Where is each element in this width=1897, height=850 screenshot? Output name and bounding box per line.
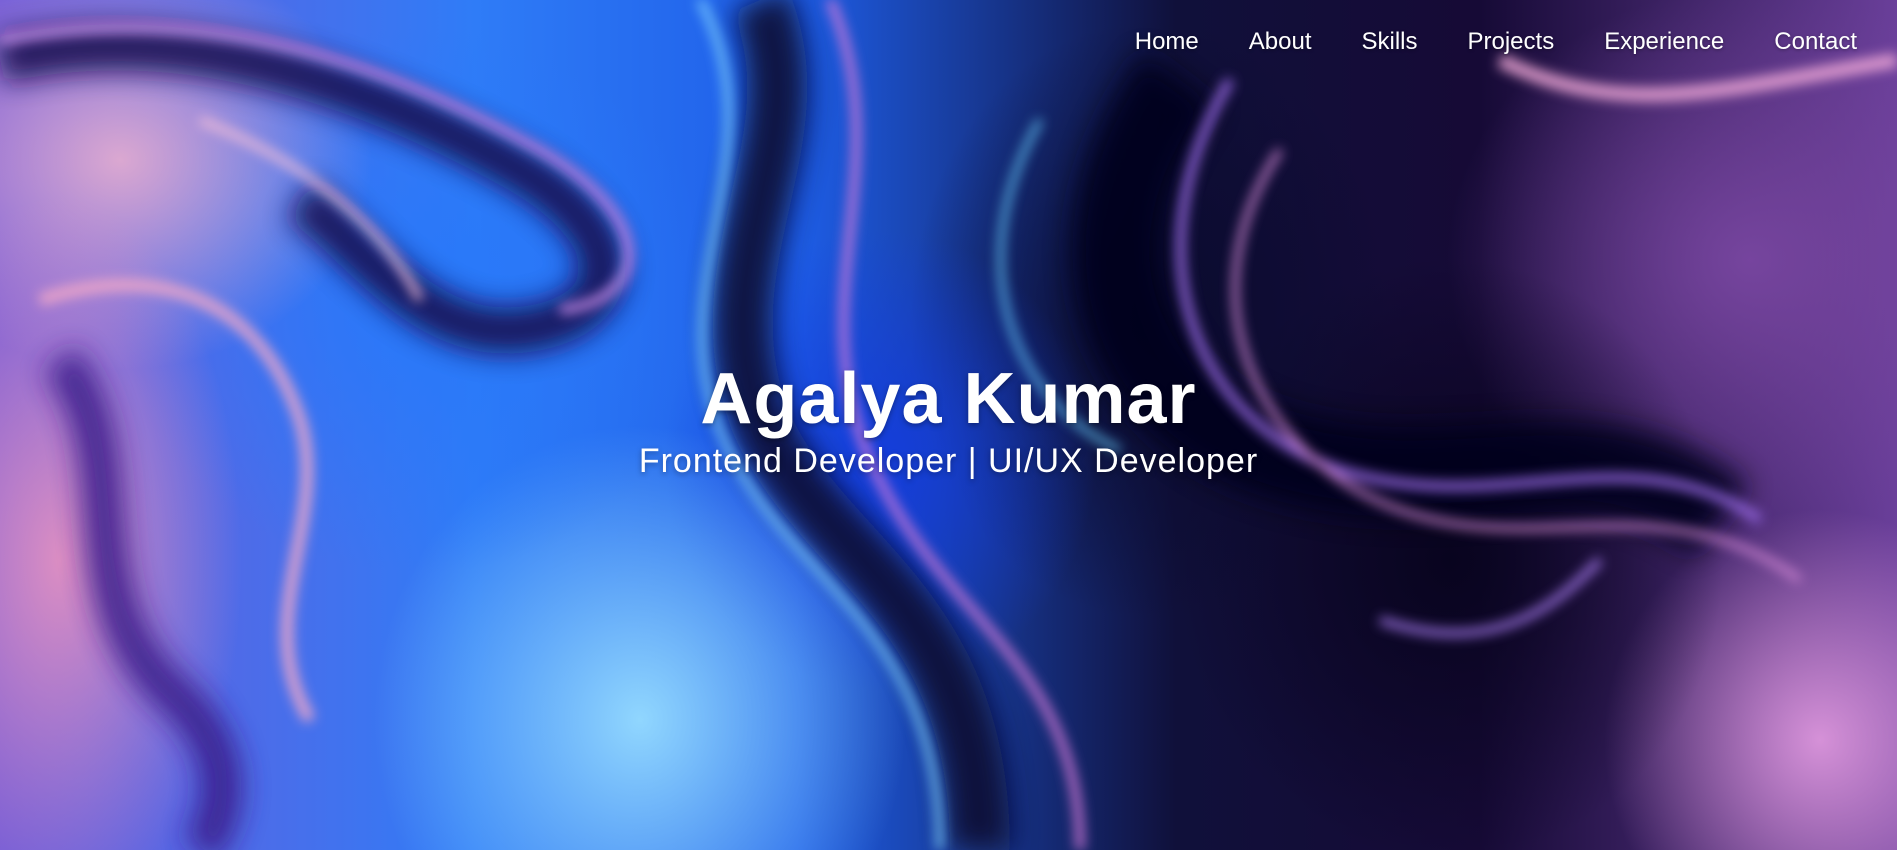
nav-link-contact[interactable]: Contact bbox=[1774, 28, 1857, 56]
hero-section: Home About Skills Projects Experience Co… bbox=[0, 0, 1897, 850]
nav-link-home[interactable]: Home bbox=[1135, 28, 1199, 56]
nav-link-about[interactable]: About bbox=[1249, 28, 1312, 56]
hero-name: Agalya Kumar bbox=[700, 359, 1197, 439]
nav-link-experience[interactable]: Experience bbox=[1604, 28, 1724, 56]
hero-text: Agalya Kumar Frontend Developer | UI/UX … bbox=[0, 363, 1897, 483]
nav-link-projects[interactable]: Projects bbox=[1468, 28, 1555, 56]
nav-link-skills[interactable]: Skills bbox=[1361, 28, 1417, 56]
main-nav: Home About Skills Projects Experience Co… bbox=[1135, 28, 1857, 56]
hero-tagline: Frontend Developer | UI/UX Developer bbox=[638, 442, 1259, 480]
